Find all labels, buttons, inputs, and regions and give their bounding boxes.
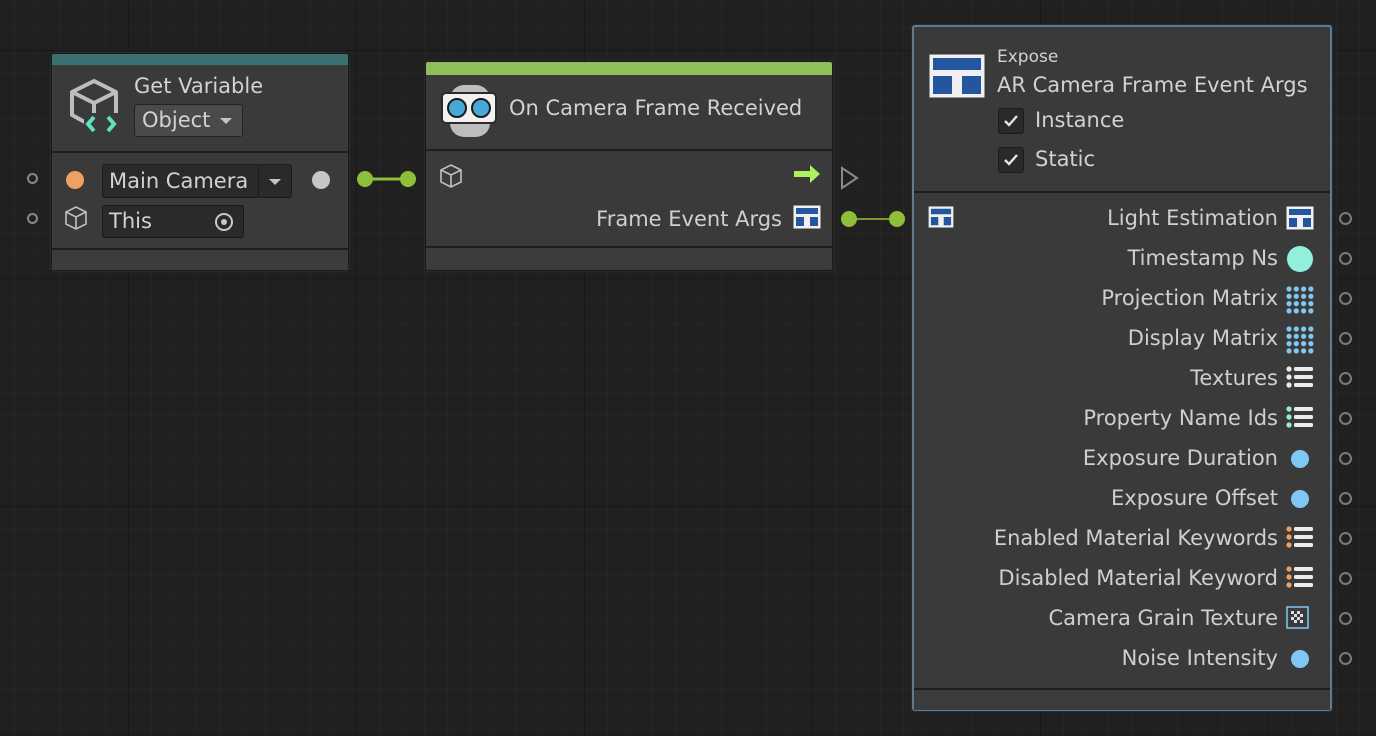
node-title: On Camera Frame Received — [509, 96, 803, 120]
get-variable-node[interactable]: Get Variable Object Main Camera This — [51, 53, 349, 271]
output-label: Exposure Offset — [1111, 486, 1278, 510]
node-subtitle: Expose — [997, 47, 1059, 67]
output-row: Light Estimation — [914, 200, 1330, 240]
output-row: Camera Grain Texture — [914, 600, 1330, 640]
static-checkbox[interactable] — [998, 147, 1024, 173]
output-row: Timestamp Ns — [914, 240, 1330, 280]
control-flow-arrow-icon — [794, 165, 820, 183]
output-label: Noise Intensity — [1121, 646, 1278, 670]
output-label: Display Matrix — [1127, 326, 1278, 350]
output-row: Disabled Material Keyword — [914, 560, 1330, 600]
output-port[interactable] — [1339, 452, 1352, 465]
output-label: Projection Matrix — [1101, 286, 1278, 310]
on-camera-frame-received-node[interactable]: On Camera Frame Received Frame Event Arg… — [425, 61, 833, 271]
teal-dot-icon — [1286, 246, 1314, 274]
object-output-port[interactable] — [312, 171, 330, 189]
blue-dot-icon — [1286, 646, 1314, 674]
instance-label: Instance — [1035, 108, 1125, 132]
list-white-icon — [1286, 366, 1314, 394]
list-teal-icon — [1286, 406, 1314, 434]
output-row: Display Matrix — [914, 320, 1330, 360]
node-title: AR Camera Frame Event Args — [997, 73, 1308, 97]
list-orange-icon — [1286, 526, 1314, 554]
output-row: Textures — [914, 360, 1330, 400]
input-port-target[interactable] — [27, 213, 38, 224]
output-port[interactable] — [1339, 532, 1352, 545]
cube-icon — [65, 206, 87, 230]
variable-name-field[interactable]: Main Camera — [102, 164, 260, 198]
output-label: Timestamp Ns — [1127, 246, 1278, 270]
orange-dot-icon — [66, 171, 84, 189]
static-label: Static — [1035, 147, 1096, 171]
output-port[interactable] — [1339, 372, 1352, 385]
output-port[interactable] — [1339, 292, 1352, 305]
variable-picker-button[interactable] — [258, 164, 292, 198]
output-label: Exposure Duration — [1082, 446, 1278, 470]
blue-dot-icon — [1286, 446, 1314, 474]
output-port[interactable] — [1339, 332, 1352, 345]
output-label: Disabled Material Keyword — [998, 566, 1278, 590]
struct-icon — [1286, 206, 1314, 234]
instance-checkbox[interactable] — [998, 108, 1024, 134]
object-picker-icon[interactable] — [213, 211, 235, 233]
output-row: Projection Matrix — [914, 280, 1330, 320]
list-orange-icon — [1286, 566, 1314, 594]
chevron-down-icon — [220, 118, 232, 124]
node-footer — [914, 690, 1330, 710]
matrix-icon — [1286, 286, 1314, 314]
output-port[interactable] — [1339, 212, 1352, 225]
matrix-icon — [1286, 326, 1314, 354]
output-row: Property Name Ids — [914, 400, 1330, 440]
output-label: Property Name Ids — [1083, 406, 1278, 430]
output-port[interactable] — [1339, 612, 1352, 625]
node-header-bar — [52, 54, 348, 65]
input-port-variable[interactable] — [27, 173, 38, 184]
output-label: Light Estimation — [1107, 206, 1278, 230]
node-header-bar — [426, 62, 832, 75]
kind-dropdown-value: Object — [142, 108, 211, 132]
texture-icon — [1286, 606, 1314, 634]
ar-headset-icon — [441, 85, 497, 137]
kind-dropdown[interactable]: Object — [134, 104, 243, 137]
output-port[interactable] — [1339, 252, 1352, 265]
checkmark-icon — [1004, 154, 1018, 166]
variable-cube-icon — [70, 79, 122, 133]
output-label: Enabled Material Keywords — [993, 526, 1278, 550]
output-port[interactable] — [1339, 572, 1352, 585]
output-row: Exposure Offset — [914, 480, 1330, 520]
node-footer — [426, 248, 832, 268]
output-label: Camera Grain Texture — [1048, 606, 1278, 630]
target-field[interactable]: This — [102, 205, 244, 238]
output-row: Noise Intensity — [914, 640, 1330, 680]
node-footer — [52, 250, 348, 270]
output-label: Textures — [1190, 366, 1278, 390]
node-title: Get Variable — [134, 74, 264, 98]
checkmark-icon — [1004, 115, 1018, 127]
struct-icon — [929, 54, 985, 98]
variable-name-value: Main Camera — [109, 169, 249, 193]
blue-dot-icon — [1286, 486, 1314, 514]
output-port[interactable] — [1339, 412, 1352, 425]
chevron-down-icon — [269, 179, 281, 185]
cube-icon — [440, 164, 462, 188]
output-label: Frame Event Args — [596, 207, 782, 231]
struct-icon — [793, 205, 821, 229]
output-port[interactable] — [1339, 652, 1352, 665]
target-field-value: This — [109, 209, 152, 233]
expose-node[interactable]: Expose AR Camera Frame Event Args Instan… — [912, 25, 1332, 711]
output-port[interactable] — [1339, 492, 1352, 505]
output-row: Enabled Material Keywords — [914, 520, 1330, 560]
output-row: Exposure Duration — [914, 440, 1330, 480]
